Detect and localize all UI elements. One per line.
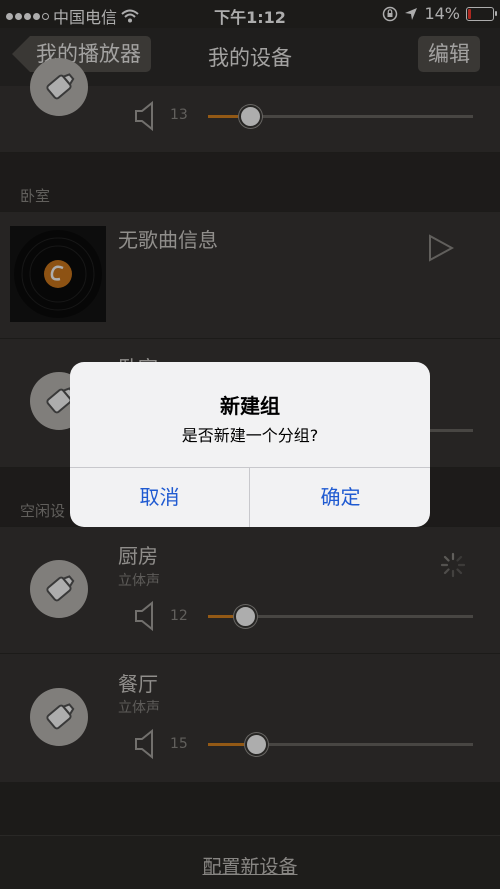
app-screen: 中国电信 下午1:12 14% 我的播放器 我的设备 编辑 13 卧室 无歌曲信… <box>0 0 500 889</box>
alert-message: 是否新建一个分组? <box>181 426 319 445</box>
alert-button-divider <box>249 467 250 527</box>
confirm-button[interactable]: 确定 <box>251 468 430 527</box>
alert-title: 新建组 <box>220 394 280 418</box>
cancel-button[interactable]: 取消 <box>70 468 249 527</box>
new-group-alert: 新建组 是否新建一个分组? 取消 确定 <box>70 362 430 527</box>
